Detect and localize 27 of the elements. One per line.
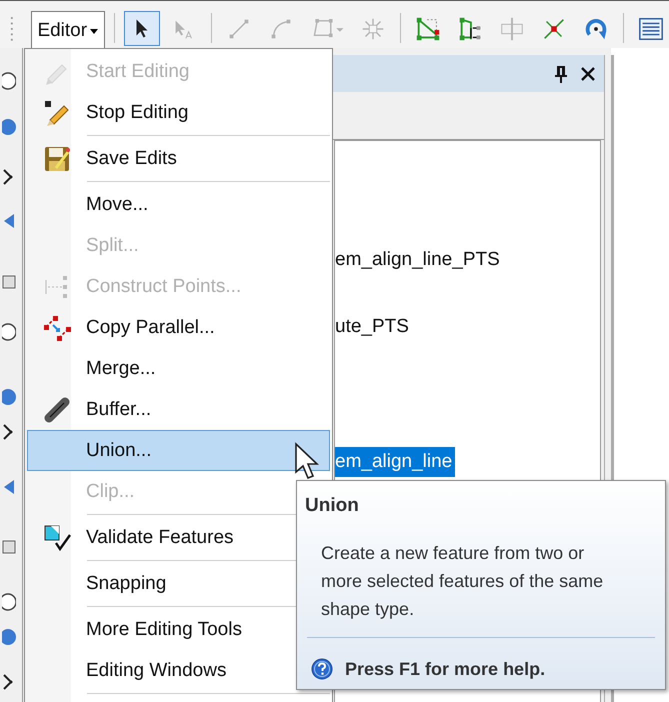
tool-icon[interactable]: [2, 593, 16, 611]
cursor-icon: [294, 442, 320, 480]
layer-item[interactable]: em_align_line: [335, 447, 456, 477]
tooltip-description: Create a new feature from two or more selected features of the same shape type.: [321, 542, 604, 621]
help-icon: [311, 658, 333, 680]
menu-item[interactable]: Buffer...: [27, 389, 330, 430]
tool-icon[interactable]: [2, 323, 16, 341]
menu-item[interactable]: Merge...: [27, 348, 330, 389]
arrow-pointer-tool[interactable]: [124, 11, 160, 46]
validate-icon: [42, 522, 72, 552]
buffer-icon: [42, 394, 72, 424]
menu-item[interactable]: Union...: [27, 430, 330, 471]
menu-item[interactable]: Save Edits: [27, 138, 330, 179]
menu-item[interactable]: Copy Parallel...: [27, 307, 330, 348]
caret-icon: [90, 28, 98, 34]
menu-item[interactable]: Stop Editing: [27, 92, 330, 133]
layer-item[interactable]: ute_PTS: [335, 312, 412, 342]
layer-item[interactable]: em_align_line_PTS: [335, 245, 503, 275]
editor-menu-button[interactable]: Editor: [31, 11, 106, 51]
arrow-pointer-icon: [136, 19, 148, 38]
tool-icon[interactable]: [2, 72, 16, 90]
close-icon[interactable]: [580, 66, 596, 82]
help-hint: Press F1 for more help.: [345, 658, 546, 680]
pin-icon[interactable]: [554, 64, 568, 82]
toolbar-grip-icon: [10, 14, 16, 42]
tooltip-title: Union: [305, 495, 360, 517]
menu-item[interactable]: Move...: [27, 184, 330, 225]
